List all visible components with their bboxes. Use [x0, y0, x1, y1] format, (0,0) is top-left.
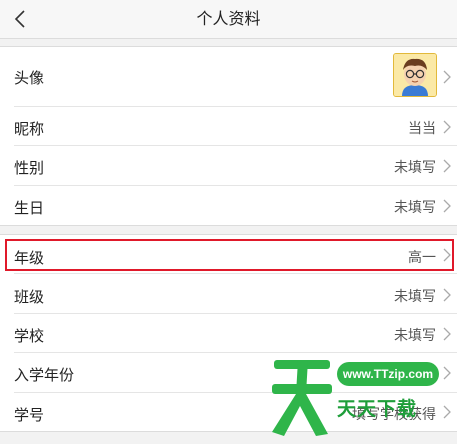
profile-school-group: 年级 高一 班级 未填写 学校 未填写 入学年份 学号 填写学校获得 — [0, 234, 457, 432]
school-row[interactable]: 学校 未填写 — [0, 314, 457, 353]
nav-bar: 个人资料 — [0, 0, 457, 39]
student-id-label: 学号 — [14, 406, 45, 424]
school-value: 未填写 — [394, 328, 436, 344]
avatar-row[interactable]: 头像 — [0, 47, 457, 107]
gender-value: 未填写 — [394, 160, 436, 176]
nickname-label: 昵称 — [14, 120, 45, 138]
gender-row[interactable]: 性别 未填写 — [0, 146, 457, 186]
nickname-row[interactable]: 昵称 当当 — [0, 107, 457, 146]
chevron-right-icon — [443, 159, 451, 173]
grade-row[interactable]: 年级 高一 — [0, 235, 457, 274]
nickname-value: 当当 — [408, 121, 436, 137]
grade-label: 年级 — [14, 249, 45, 267]
grade-value: 高一 — [408, 250, 436, 266]
chevron-right-icon — [443, 405, 451, 419]
birthday-row[interactable]: 生日 未填写 — [0, 186, 457, 225]
birthday-value: 未填写 — [394, 200, 436, 216]
page-title: 个人资料 — [196, 9, 261, 28]
gender-label: 性别 — [14, 159, 45, 177]
enroll-year-row[interactable]: 入学年份 — [0, 353, 457, 393]
student-id-row[interactable]: 学号 填写学校获得 — [0, 393, 457, 431]
class-value: 未填写 — [394, 289, 436, 305]
chevron-right-icon — [443, 248, 451, 262]
class-row[interactable]: 班级 未填写 — [0, 274, 457, 314]
class-label: 班级 — [14, 288, 45, 306]
chevron-right-icon — [443, 366, 451, 380]
avatar-label: 头像 — [14, 69, 45, 87]
school-label: 学校 — [14, 327, 45, 345]
avatar-image — [394, 54, 436, 96]
chevron-right-icon — [443, 120, 451, 134]
chevron-right-icon — [443, 288, 451, 302]
student-id-value: 填写学校获得 — [352, 407, 436, 423]
profile-basic-group: 头像 昵称 当当 性别 未填写 生日 未填写 — [0, 46, 457, 226]
chevron-right-icon — [443, 327, 451, 341]
enroll-year-label: 入学年份 — [14, 366, 75, 384]
chevron-right-icon — [443, 199, 451, 213]
avatar — [393, 53, 437, 97]
chevron-right-icon — [443, 70, 451, 84]
birthday-label: 生日 — [14, 199, 45, 217]
